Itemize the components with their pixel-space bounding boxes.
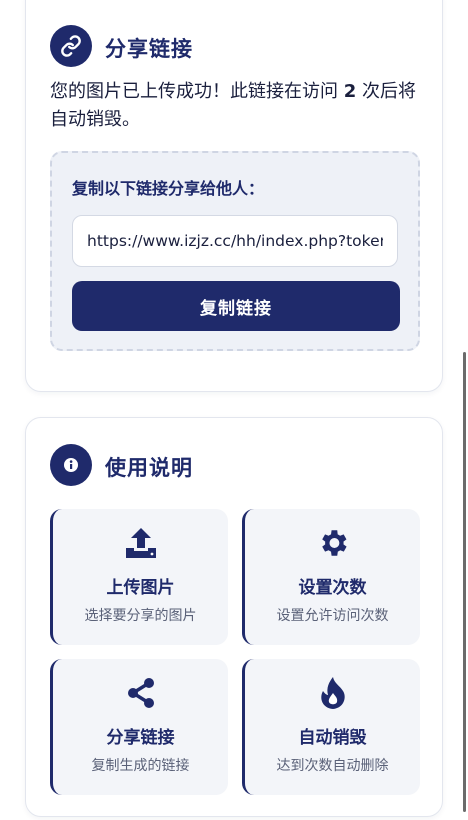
feature-upload: 上传图片 选择要分享的图片 <box>50 509 228 645</box>
link-icon <box>50 25 92 67</box>
share-card-title: 分享链接 <box>105 37 193 61</box>
visit-count: 2 <box>343 81 357 102</box>
feature-desc: 选择要分享的图片 <box>84 608 197 624</box>
desc-prefix: 您的图片已上传成功！此链接在访问 <box>50 81 344 102</box>
share-link-card: 分享链接 您的图片已上传成功！此链接在访问 2 次后将自动销毁。 复制以下链接分… <box>25 0 443 392</box>
feature-title: 设置次数 <box>298 578 367 598</box>
feature-set-count: 设置次数 设置允许访问次数 <box>242 509 420 645</box>
share-icon <box>53 675 228 711</box>
scrollbar[interactable] <box>463 352 466 812</box>
feature-title: 分享链接 <box>106 728 175 748</box>
share-description: 您的图片已上传成功！此链接在访问 2 次后将自动销毁。 <box>50 78 420 134</box>
share-url-input[interactable] <box>72 215 398 267</box>
feature-desc: 达到次数自动删除 <box>276 758 389 774</box>
feature-auto-destroy: 自动销毁 达到次数自动删除 <box>242 659 420 795</box>
gear-icon <box>245 525 420 561</box>
feature-title: 自动销毁 <box>298 728 367 748</box>
usage-card-title: 使用说明 <box>105 456 193 480</box>
usage-card: 使用说明 上传图片 选择要分享的图片 设置次数 设置允许访问次数 分享链接 复制… <box>25 417 443 817</box>
feature-share-link: 分享链接 复制生成的链接 <box>50 659 228 795</box>
share-link-box: 复制以下链接分享给他人： 复制链接 <box>50 151 420 351</box>
upload-icon <box>53 525 228 561</box>
fire-icon <box>245 675 420 711</box>
feature-title: 上传图片 <box>106 578 175 598</box>
share-box-label: 复制以下链接分享给他人： <box>72 179 265 198</box>
feature-desc: 设置允许访问次数 <box>276 608 389 624</box>
info-icon <box>50 444 92 486</box>
feature-desc: 复制生成的链接 <box>91 758 190 774</box>
copy-link-button[interactable]: 复制链接 <box>72 281 400 331</box>
